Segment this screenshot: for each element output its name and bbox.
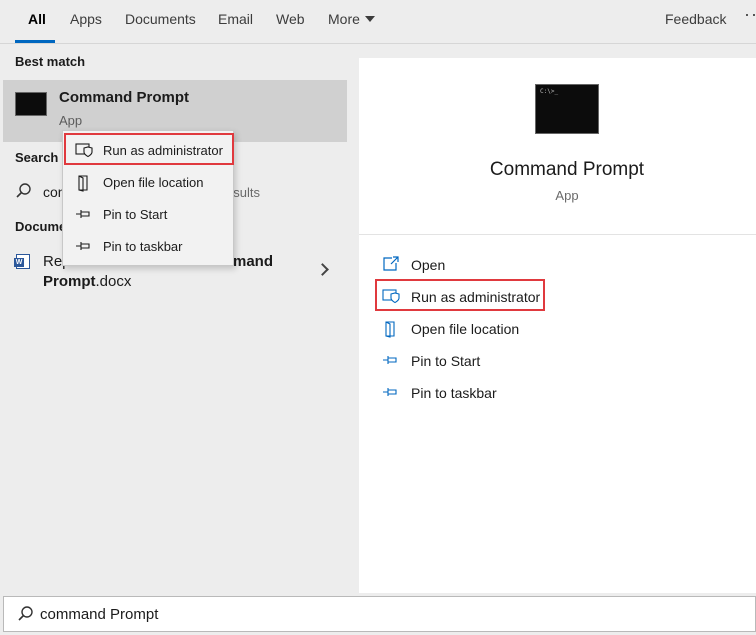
documents-heading: Docume	[15, 219, 67, 234]
document-extension: .docx	[95, 273, 132, 290]
action-label: Pin to taskbar	[411, 385, 497, 401]
context-menu-label: Pin to taskbar	[103, 239, 183, 254]
action-label: Run as administrator	[411, 289, 541, 305]
feedback-button[interactable]: Feedback	[665, 11, 726, 27]
context-menu: Run as administrator Open file location …	[62, 130, 234, 266]
context-menu-pin-to-taskbar[interactable]: Pin to taskbar	[63, 230, 233, 262]
search-box[interactable]	[3, 596, 756, 632]
preview-app-type: App	[555, 188, 579, 203]
search-web-heading: Search t	[15, 150, 67, 165]
tab-apps[interactable]: Apps	[70, 11, 102, 27]
context-menu-label: Open file location	[103, 175, 204, 190]
action-run-as-admin[interactable]: Run as administrator	[359, 280, 756, 312]
active-tab-indicator	[15, 40, 55, 43]
action-pin-to-taskbar[interactable]: Pin to taskbar	[359, 376, 756, 408]
action-label: Open file location	[411, 321, 520, 337]
search-icon	[16, 183, 31, 198]
search-icon	[18, 606, 33, 621]
best-match-heading: Best match	[15, 54, 86, 69]
search-tabs-bar: All Apps Documents Email Web More Feedba…	[0, 0, 756, 44]
folder-location-icon	[385, 321, 395, 338]
action-pin-to-start[interactable]: Pin to Start	[359, 344, 756, 376]
tab-email[interactable]: Email	[218, 11, 253, 27]
divider	[359, 234, 756, 235]
shield-icon	[382, 289, 400, 304]
tab-more[interactable]: More	[328, 11, 375, 27]
tab-web[interactable]: Web	[276, 11, 305, 27]
tab-all[interactable]: All	[28, 11, 46, 27]
action-label: Pin to Start	[411, 353, 481, 369]
context-menu-pin-to-start[interactable]: Pin to Start	[63, 198, 233, 230]
action-open-file-location[interactable]: Open file location	[359, 312, 756, 344]
prompt-glyph: C:\>_	[540, 88, 559, 95]
action-open[interactable]: Open	[359, 248, 756, 280]
context-menu-label: Pin to Start	[103, 207, 168, 222]
pin-icon	[76, 210, 90, 218]
best-match-name: Command Prompt	[59, 89, 190, 106]
open-icon	[383, 256, 399, 271]
chevron-right-icon[interactable]	[316, 263, 329, 276]
word-doc-icon: W	[14, 254, 30, 269]
pin-icon	[383, 356, 397, 364]
search-input[interactable]	[40, 603, 640, 625]
tab-documents[interactable]: Documents	[125, 11, 196, 27]
command-prompt-icon	[15, 92, 47, 116]
context-menu-run-as-admin[interactable]: Run as administrator	[63, 134, 233, 166]
shield-icon	[75, 143, 93, 158]
caret-down-icon	[364, 16, 375, 22]
preview-app-name: Command Prompt	[489, 159, 645, 180]
document-name-line1-end: mand	[233, 253, 274, 270]
document-name-line2: Prompt.docx	[43, 273, 131, 290]
context-menu-label: Run as administrator	[103, 143, 223, 158]
tab-more-label: More	[328, 11, 360, 27]
folder-location-icon	[78, 175, 88, 192]
results-list: Best match Command Prompt App Search t c…	[0, 44, 347, 593]
context-menu-open-file-location[interactable]: Open file location	[63, 166, 233, 198]
more-options-icon[interactable]: ···	[744, 4, 756, 25]
pin-icon	[383, 388, 397, 396]
action-label: Open	[411, 257, 446, 273]
command-prompt-icon: C:\>_	[535, 84, 599, 134]
document-name-bold: Prompt	[43, 273, 96, 290]
preview-pane: C:\>_ Command Prompt App Open Run as adm…	[359, 58, 756, 593]
best-match-type: App	[59, 113, 83, 128]
pin-icon	[76, 242, 90, 250]
